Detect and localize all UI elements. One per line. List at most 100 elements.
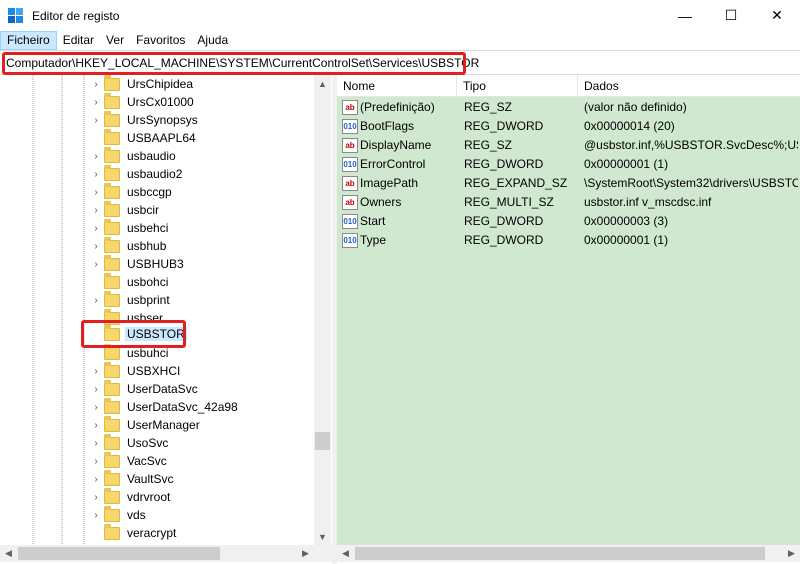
scroll-left-arrow-icon[interactable]: ◀ — [0, 545, 17, 562]
list-row[interactable]: 010 Type REG_DWORD 0x00000001 (1) — [337, 231, 800, 250]
selected-key-highlight-box — [81, 320, 186, 348]
expand-chevron-icon[interactable]: › — [90, 416, 102, 434]
expand-chevron-icon[interactable]: › — [90, 488, 102, 506]
tree-item[interactable]: › USBHUB3 — [90, 254, 186, 273]
tree-item[interactable]: › VaultSvc — [90, 469, 175, 488]
binary-value-icon: 010 — [342, 119, 358, 134]
expand-chevron-icon[interactable]: › — [90, 291, 102, 309]
tree-item-label: usbohci — [127, 275, 169, 289]
menu-ajuda[interactable]: Ajuda — [191, 31, 234, 50]
close-button[interactable]: ✕ — [754, 0, 800, 31]
scroll-left-arrow-icon[interactable]: ◀ — [337, 545, 354, 562]
tree-item[interactable]: › usbcir — [90, 200, 161, 219]
expand-chevron-icon[interactable]: › — [90, 237, 102, 255]
expand-chevron-icon[interactable]: › — [90, 165, 102, 183]
scroll-up-arrow-icon[interactable]: ▲ — [314, 75, 331, 92]
key-tree-pane[interactable]: › UrsChipidea › UrsCx01000 › UrsSynopsys US… — [0, 75, 332, 564]
folder-icon — [104, 523, 120, 540]
expand-chevron-icon — [90, 524, 102, 542]
tree-item[interactable]: › UsoSvc — [90, 433, 170, 452]
tree-vscroll-thumb[interactable] — [315, 432, 330, 450]
menu-ver[interactable]: Ver — [100, 31, 130, 50]
expand-chevron-icon[interactable]: › — [90, 183, 102, 201]
column-header-data[interactable]: Dados — [578, 75, 800, 97]
list-row[interactable]: ab ImagePath REG_EXPAND_SZ \SystemRoot\S… — [337, 174, 800, 193]
folder-icon — [104, 218, 120, 235]
tree-item-label: UserDataSvc_42a98 — [127, 400, 238, 414]
value-name: (Predefinição) — [360, 100, 435, 114]
tree-item-label: usbaudio — [127, 149, 176, 163]
tree-horizontal-scrollbar[interactable]: ◀ ▶ — [0, 545, 332, 562]
value-type: REG_DWORD — [464, 233, 544, 247]
tree-item[interactable]: veracrypt — [90, 523, 178, 542]
tree-item[interactable]: › usbehci — [90, 218, 170, 237]
list-row[interactable]: 010 Start REG_DWORD 0x00000003 (3) — [337, 212, 800, 231]
tree-item[interactable]: › UserDataSvc — [90, 379, 200, 398]
tree-item[interactable]: › UserDataSvc_42a98 — [90, 397, 240, 416]
expand-chevron-icon[interactable]: › — [90, 93, 102, 111]
tree-item[interactable]: usbohci — [90, 272, 170, 291]
list-row[interactable]: ab DisplayName REG_SZ @usbstor.inf,%USBS… — [337, 136, 800, 155]
tree-item[interactable]: › vdrvroot — [90, 487, 172, 506]
menu-favoritos[interactable]: Favoritos — [130, 31, 191, 50]
menu-editar[interactable]: Editar — [57, 31, 100, 50]
tree-item[interactable]: › usbprint — [90, 290, 172, 309]
values-list-pane[interactable]: Nome Tipo Dados ab (Predefinição) REG_SZ… — [337, 75, 800, 545]
scroll-right-arrow-icon[interactable]: ▶ — [297, 545, 314, 562]
expand-chevron-icon[interactable]: › — [90, 398, 102, 416]
tree-item[interactable]: › UrsChipidea — [90, 75, 195, 93]
expand-chevron-icon[interactable]: › — [90, 362, 102, 380]
tree-item[interactable]: › UrsCx01000 — [90, 92, 196, 111]
list-row[interactable]: 010 ErrorControl REG_DWORD 0x00000001 (1… — [337, 155, 800, 174]
scroll-down-arrow-icon[interactable]: ▼ — [314, 528, 331, 545]
tree-item-label: usbprint — [127, 293, 170, 307]
expand-chevron-icon[interactable]: › — [90, 255, 102, 273]
menu-ficheiro[interactable]: Ficheiro — [0, 31, 57, 50]
expand-chevron-icon[interactable]: › — [90, 452, 102, 470]
scroll-right-arrow-icon[interactable]: ▶ — [783, 545, 800, 562]
tree-item[interactable]: › VacSvc — [90, 451, 169, 470]
expand-chevron-icon[interactable]: › — [90, 147, 102, 165]
expand-chevron-icon[interactable]: › — [90, 434, 102, 452]
folder-icon — [104, 433, 120, 450]
list-row[interactable]: ab (Predefinição) REG_SZ (valor não defi… — [337, 98, 800, 117]
tree-item-label: USBXHCI — [127, 364, 181, 378]
tree-item[interactable]: › usbaudio — [90, 146, 178, 165]
column-header-type[interactable]: Tipo — [457, 75, 578, 97]
tree-item[interactable]: › usbhub — [90, 236, 168, 255]
value-name: BootFlags — [360, 119, 415, 133]
expand-chevron-icon[interactable]: › — [90, 380, 102, 398]
expand-chevron-icon[interactable]: › — [90, 75, 102, 93]
expand-chevron-icon[interactable]: › — [90, 470, 102, 488]
folder-icon — [104, 182, 120, 199]
tree-hscroll-thumb[interactable] — [18, 547, 220, 560]
expand-chevron-icon[interactable]: › — [90, 201, 102, 219]
list-row[interactable]: ab Owners REG_MULTI_SZ usbstor.inf v_msc… — [337, 193, 800, 212]
list-hscroll-thumb[interactable] — [355, 547, 765, 560]
maximize-button[interactable]: ☐ — [708, 0, 754, 31]
address-bar[interactable]: Computador\HKEY_LOCAL_MACHINE\SYSTEM\Cur… — [0, 50, 800, 75]
tree-item[interactable]: USBAAPL64 — [90, 128, 198, 147]
tree-item[interactable]: › UrsSynopsys — [90, 110, 200, 129]
tree-vertical-scrollbar[interactable]: ▲ ▼ — [314, 75, 331, 545]
tree-item[interactable]: › vds — [90, 505, 148, 524]
list-row[interactable]: 010 BootFlags REG_DWORD 0x00000014 (20) — [337, 117, 800, 136]
value-type: REG_DWORD — [464, 157, 544, 171]
tree-item[interactable]: › usbaudio2 — [90, 164, 184, 183]
expand-chevron-icon[interactable]: › — [90, 111, 102, 129]
value-type: REG_MULTI_SZ — [464, 195, 554, 209]
tree-item[interactable]: › usbccgp — [90, 182, 174, 201]
folder-icon — [104, 397, 120, 414]
folder-icon — [104, 343, 120, 360]
list-header: Nome Tipo Dados — [337, 75, 800, 97]
expand-chevron-icon[interactable]: › — [90, 219, 102, 237]
folder-icon — [104, 505, 120, 522]
minimize-button[interactable]: — — [662, 0, 708, 31]
tree-item-label: usbhub — [127, 239, 167, 253]
list-horizontal-scrollbar[interactable]: ◀ ▶ — [337, 545, 800, 562]
tree-item[interactable]: › USBXHCI — [90, 361, 182, 380]
column-header-name[interactable]: Nome — [337, 75, 457, 97]
folder-icon — [104, 469, 120, 486]
tree-item[interactable]: › UserManager — [90, 415, 202, 434]
expand-chevron-icon[interactable]: › — [90, 506, 102, 524]
